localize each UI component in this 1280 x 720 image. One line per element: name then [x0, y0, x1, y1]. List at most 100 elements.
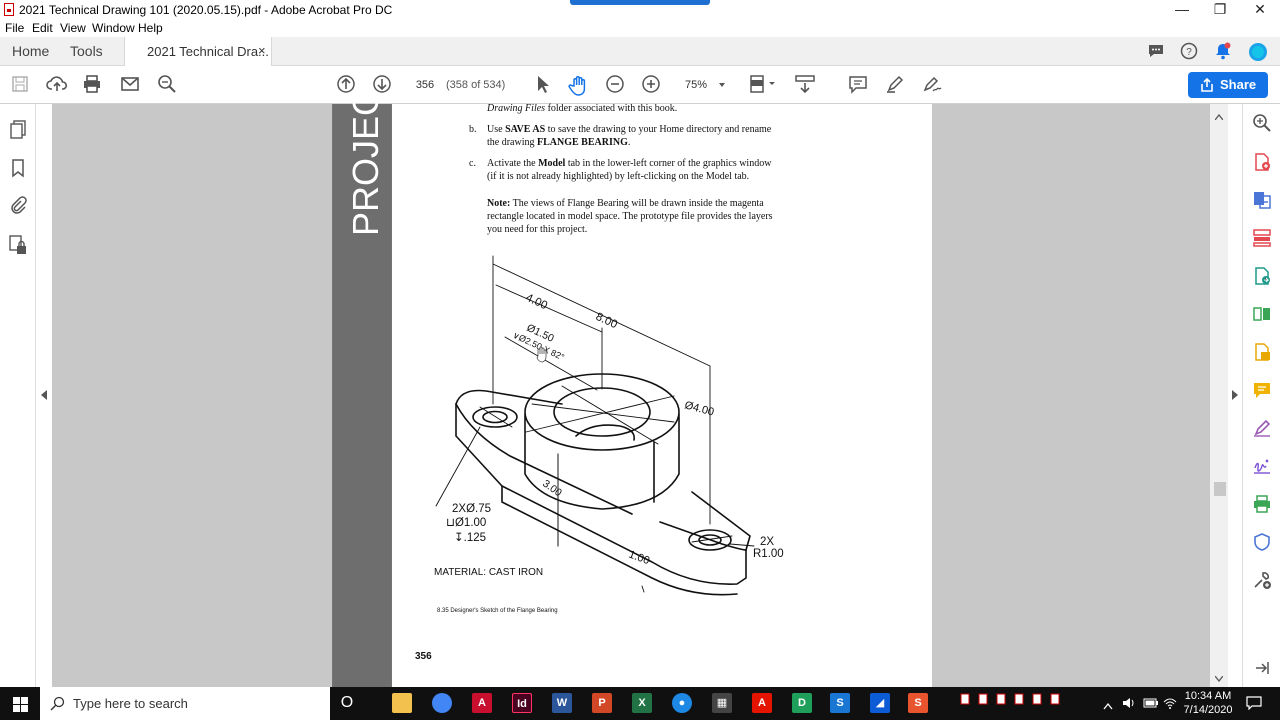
- fill-sign-icon[interactable]: [1252, 342, 1272, 367]
- app-green-d-icon[interactable]: D: [792, 693, 812, 713]
- page-display-icon[interactable]: [748, 74, 775, 96]
- tray-chevron-up-icon[interactable]: [1103, 697, 1113, 715]
- wifi-icon[interactable]: [1163, 696, 1177, 714]
- comment-bubble-icon[interactable]: [1147, 42, 1165, 65]
- app-blue-circle-icon[interactable]: ●: [672, 693, 692, 713]
- notifications-bell-icon[interactable]: [1214, 42, 1232, 65]
- cortana-icon[interactable]: O: [337, 693, 357, 713]
- expand-right-panel-icon: [1232, 390, 1238, 400]
- protect-shield-icon[interactable]: [1252, 532, 1272, 557]
- system-clock[interactable]: 10:34 AM 7/14/2020: [1180, 689, 1236, 717]
- tab-bar: Home Tools 2021 Technical Dra... × ?: [0, 37, 1280, 67]
- previous-page-icon[interactable]: [336, 74, 358, 96]
- viewport-margin-left: [52, 104, 332, 687]
- volume-icon[interactable]: [1122, 696, 1136, 714]
- print-icon[interactable]: [82, 74, 104, 96]
- zoom-in-icon[interactable]: [641, 74, 663, 96]
- cloud-upload-icon[interactable]: [46, 74, 68, 96]
- compare-files-icon[interactable]: [1252, 304, 1272, 329]
- menu-view[interactable]: View: [60, 21, 86, 35]
- action-center-icon[interactable]: [1246, 696, 1262, 715]
- excel-icon[interactable]: X: [632, 693, 652, 713]
- app-blue-icon[interactable]: ◢: [870, 693, 890, 713]
- user-avatar-icon[interactable]: [1248, 42, 1268, 67]
- request-signature-icon[interactable]: [1252, 456, 1272, 481]
- help-icon[interactable]: ?: [1180, 42, 1198, 65]
- page-thumbnails-icon[interactable]: [9, 119, 27, 144]
- menu-help[interactable]: Help: [138, 21, 163, 35]
- minimize-button[interactable]: —: [1162, 1, 1202, 17]
- word-icon[interactable]: W: [552, 693, 572, 713]
- organize-pages-icon[interactable]: [1252, 228, 1272, 253]
- menu-bar: File Edit View Window Help: [0, 20, 1280, 37]
- export-pdf-icon[interactable]: [1252, 190, 1272, 215]
- attachments-paperclip-icon[interactable]: [9, 195, 27, 220]
- autocad-icon[interactable]: A: [752, 693, 772, 713]
- holes-callout-1: 2XØ.75: [452, 503, 491, 515]
- email-icon[interactable]: [120, 74, 142, 96]
- scroll-down-icon[interactable]: [1215, 676, 1223, 682]
- zoom-value: 75%: [685, 79, 708, 91]
- menu-edit[interactable]: Edit: [32, 21, 53, 35]
- clock-time: 10:34 AM: [1184, 690, 1232, 702]
- clock-date: 7/14/2020: [1183, 704, 1233, 716]
- bookmarks-icon[interactable]: [9, 158, 27, 183]
- material-note: MATERIAL: CAST IRON: [434, 567, 543, 578]
- add-comment-icon[interactable]: [1252, 380, 1272, 405]
- taskbar-search-box[interactable]: Type here to search: [40, 687, 330, 720]
- acrobat-icon[interactable]: A: [472, 693, 492, 713]
- search-icon: [50, 696, 65, 711]
- edit-pdf-icon[interactable]: [1252, 418, 1272, 443]
- share-button[interactable]: Share: [1188, 72, 1268, 98]
- highlight-pen-icon[interactable]: [885, 74, 907, 96]
- chrome-icon[interactable]: [432, 693, 452, 713]
- search-tool-icon[interactable]: [1252, 113, 1272, 138]
- app-s-orange-icon[interactable]: S: [908, 693, 928, 713]
- tab-document[interactable]: 2021 Technical Dra... ×: [124, 37, 272, 67]
- close-window-button[interactable]: ✕: [1240, 1, 1280, 18]
- collapse-panel-icon[interactable]: [1254, 660, 1270, 681]
- print-production-icon[interactable]: [1252, 494, 1272, 519]
- app-s-blue-icon[interactable]: S: [830, 693, 850, 713]
- windows-taskbar: Type here to search O A Id W P X ● ▦ A D…: [0, 687, 1280, 720]
- pdf-tray-icons[interactable]: [960, 692, 1064, 710]
- page-footer-number: 356: [415, 651, 432, 662]
- page-number-input[interactable]: 356: [408, 74, 442, 96]
- share-label: Share: [1220, 77, 1257, 92]
- hand-tool-icon[interactable]: [568, 74, 590, 96]
- sign-icon[interactable]: [921, 74, 943, 96]
- vertical-scrollbar[interactable]: [1210, 104, 1228, 687]
- select-cursor-icon[interactable]: [532, 74, 554, 96]
- battery-icon[interactable]: [1143, 696, 1159, 714]
- restore-button[interactable]: ❐: [1200, 1, 1240, 18]
- windows-start-icon[interactable]: [0, 687, 40, 720]
- menu-window[interactable]: Window: [92, 21, 135, 35]
- pdf-file-icon: [4, 3, 14, 16]
- close-tab-icon[interactable]: ×: [258, 43, 266, 58]
- comment-icon[interactable]: [848, 74, 870, 96]
- more-tools-icon[interactable]: [1252, 570, 1272, 595]
- tab-home[interactable]: Home: [12, 43, 49, 59]
- next-page-icon[interactable]: [372, 74, 394, 96]
- create-pdf-icon[interactable]: [1252, 152, 1272, 177]
- zoom-out-icon[interactable]: [605, 74, 627, 96]
- file-explorer-icon[interactable]: [392, 693, 412, 713]
- layers-lock-icon[interactable]: [8, 234, 28, 261]
- menu-file[interactable]: File: [5, 21, 24, 35]
- send-for-review-icon[interactable]: [1252, 266, 1272, 291]
- svg-text:?: ?: [1186, 47, 1192, 58]
- scroll-up-icon[interactable]: [1215, 114, 1223, 120]
- powerpoint-icon[interactable]: P: [592, 693, 612, 713]
- right-panel-toggle[interactable]: [1228, 104, 1242, 687]
- scroll-mode-icon[interactable]: [794, 74, 816, 96]
- scrollbar-thumb[interactable]: [1214, 482, 1226, 496]
- dia-400: Ø4.00: [683, 399, 715, 418]
- indesign-icon[interactable]: Id: [512, 693, 532, 713]
- screen-recorder-indicator: [570, 0, 710, 5]
- tab-tools[interactable]: Tools: [70, 43, 103, 59]
- search-zoom-icon[interactable]: [157, 74, 179, 96]
- calculator-icon[interactable]: ▦: [712, 693, 732, 713]
- dim-4: 4.00: [524, 292, 549, 312]
- save-icon[interactable]: [10, 74, 32, 96]
- left-panel-toggle[interactable]: [36, 104, 52, 687]
